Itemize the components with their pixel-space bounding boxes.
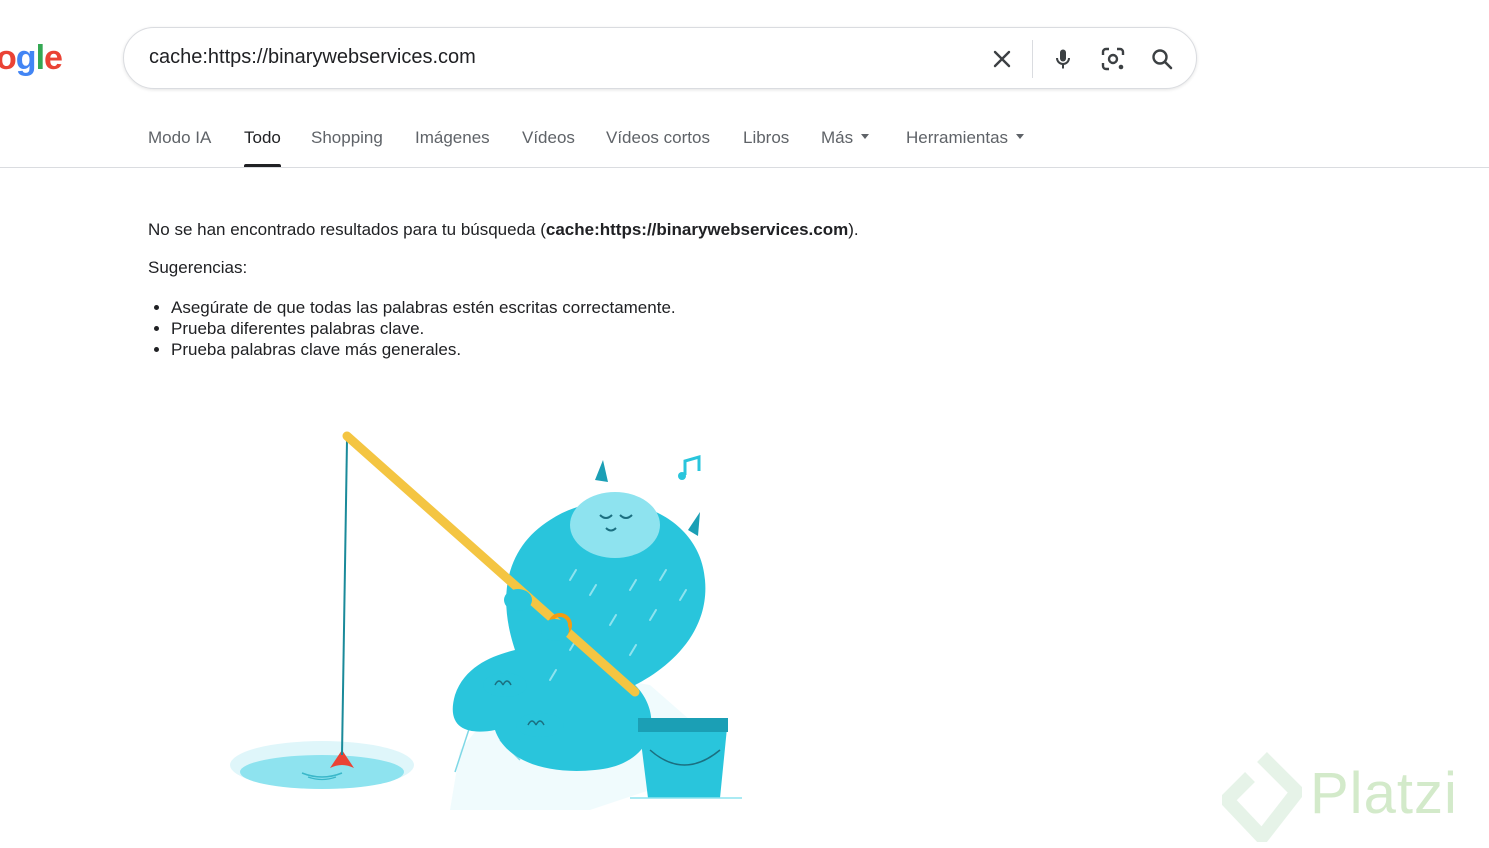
tab-label: Libros [743,128,790,147]
google-logo[interactable]: ogle [0,38,63,78]
suggestions-title: Sugerencias: [148,258,248,277]
tab-imagenes[interactable]: Imágenes [415,128,490,168]
tab-label: Vídeos cortos [606,128,710,147]
tab-label: Shopping [311,128,383,147]
search-input[interactable]: cache:https://binarywebservices.com [149,46,476,69]
tab-libros[interactable]: Libros [743,128,789,168]
caret-down-icon [1016,134,1025,140]
suggestions-list: Asegúrate de que todas las palabras esté… [148,297,676,360]
suggestion-item: Prueba diferentes palabras clave. [171,318,676,339]
logo-letter: g [15,39,37,77]
tab-label: Imágenes [415,128,490,147]
caret-down-icon [861,134,870,140]
music-note-icon [683,455,701,475]
tab-shopping[interactable]: Shopping [311,128,383,168]
tab-todo[interactable]: Todo [244,128,281,168]
no-results-query: cache:https://binarywebservices.com [545,220,849,239]
microphone-icon[interactable] [1046,42,1080,76]
camera-lens-icon[interactable] [1096,42,1130,76]
fishing-creature-illustration [230,431,742,810]
tab-label: Modo IA [148,128,212,147]
creature-face [570,492,660,558]
logo-letter: l [35,39,46,77]
no-results-suffix: ). [848,220,859,239]
no-results-message: No se han encontrado resultados para tu … [148,220,859,240]
tab-label: Herramientas [906,128,1009,147]
suggestion-item: Asegúrate de que todas las palabras esté… [171,297,676,318]
tab-mas[interactable]: Más [821,128,870,168]
search-divider [1032,40,1033,78]
tab-label: Todo [244,128,281,147]
tab-label: Vídeos [522,128,575,147]
tabs-divider [0,167,1489,168]
suggestion-item: Prueba palabras clave más generales. [171,339,676,360]
ice-hole-water [240,755,404,789]
platzi-watermark: Platzi [1310,761,1458,826]
logo-letter: e [44,39,63,77]
tab-herramientas[interactable]: Herramientas [906,128,1025,168]
search-box[interactable]: cache:https://binarywebservices.com [123,27,1197,89]
fishing-line [341,439,348,756]
tab-label: Más [821,128,854,147]
logo-letter: o [0,39,17,77]
tab-videos-cortos[interactable]: Vídeos cortos [606,128,710,168]
platzi-logo-icon [1222,752,1302,842]
no-results-prefix: No se han encontrado resultados para tu … [148,220,546,239]
search-icon[interactable] [1145,42,1179,76]
tab-videos[interactable]: Vídeos [522,128,575,168]
tab-modo-ia[interactable]: Modo IA [148,128,211,168]
close-icon[interactable] [985,42,1019,76]
